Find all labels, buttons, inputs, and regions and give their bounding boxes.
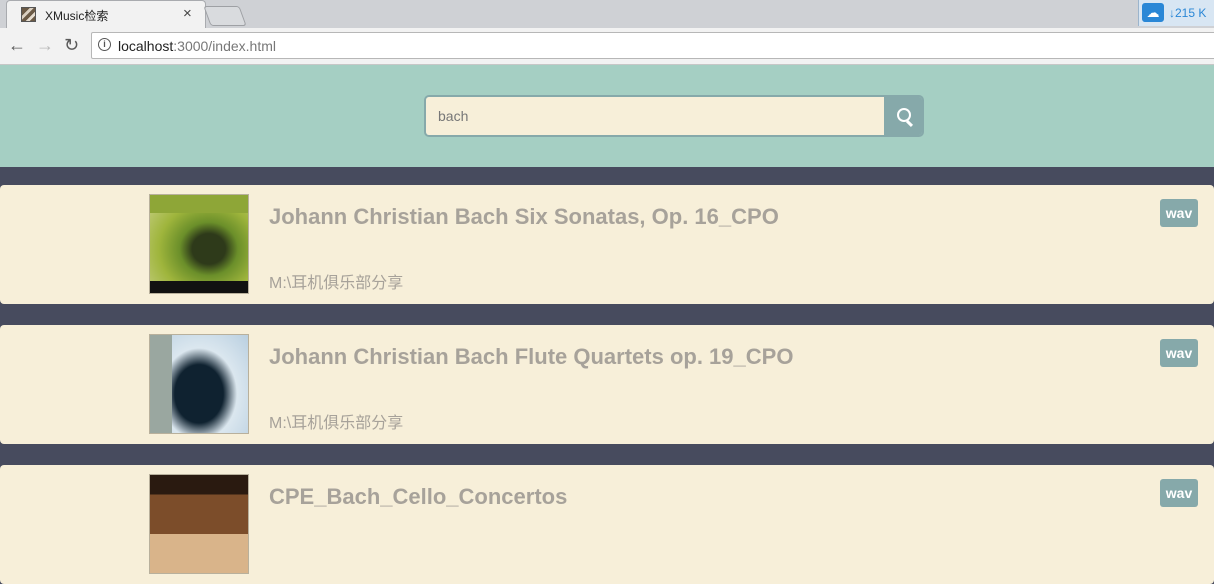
search-input[interactable] <box>426 97 884 135</box>
cloud-extension-icon: ☁ <box>1142 3 1164 22</box>
result-title[interactable]: Johann Christian Bach Flute Quartets op.… <box>269 344 793 370</box>
result-card[interactable]: Johann Christian Bach Flute Quartets op.… <box>0 325 1214 444</box>
browser-tab[interactable]: XMusic检索 × <box>6 0 206 28</box>
album-cover-image <box>149 334 249 434</box>
url-text: localhost:3000/index.html <box>118 38 276 54</box>
tab-title: XMusic检索 <box>45 9 109 23</box>
url-path: :3000/index.html <box>173 38 276 54</box>
browser-tab-bar: XMusic检索 × ☁ ↓215 K <box>0 0 1214 28</box>
tab-close-icon[interactable]: × <box>183 5 192 22</box>
result-path: M:\耳机俱乐部分享 <box>269 415 404 432</box>
extension-speed-text: ↓215 K <box>1169 6 1207 20</box>
new-tab-button[interactable] <box>203 6 247 26</box>
album-cover-image <box>149 194 249 294</box>
result-card[interactable]: CPE_Bach_Cello_Concertos wav <box>0 465 1214 584</box>
format-badge[interactable]: wav <box>1160 339 1198 367</box>
result-title[interactable]: CPE_Bach_Cello_Concertos <box>269 484 567 510</box>
result-path: M:\耳机俱乐部分享 <box>269 275 404 292</box>
search-header <box>0 65 1214 167</box>
album-cover-image <box>149 474 249 574</box>
result-card[interactable]: Johann Christian Bach Six Sonatas, Op. 1… <box>0 185 1214 304</box>
back-arrow-icon[interactable]: ← <box>8 35 26 56</box>
browser-toolbar: ← → ↻ i localhost:3000/index.html <box>0 28 1214 65</box>
result-title[interactable]: Johann Christian Bach Six Sonatas, Op. 1… <box>269 204 779 230</box>
search-button[interactable] <box>884 97 922 135</box>
search-box <box>424 95 924 137</box>
address-bar[interactable]: i localhost:3000/index.html <box>91 32 1214 59</box>
reload-icon[interactable]: ↻ <box>64 35 79 56</box>
format-badge[interactable]: wav <box>1160 479 1198 507</box>
site-info-icon[interactable]: i <box>98 38 111 51</box>
search-icon <box>897 108 911 122</box>
extension-widget[interactable]: ☁ ↓215 K <box>1138 0 1214 26</box>
format-badge[interactable]: wav <box>1160 199 1198 227</box>
site-favicon-icon <box>21 7 36 22</box>
url-host: localhost <box>118 38 174 54</box>
forward-arrow-icon[interactable]: → <box>36 35 54 56</box>
